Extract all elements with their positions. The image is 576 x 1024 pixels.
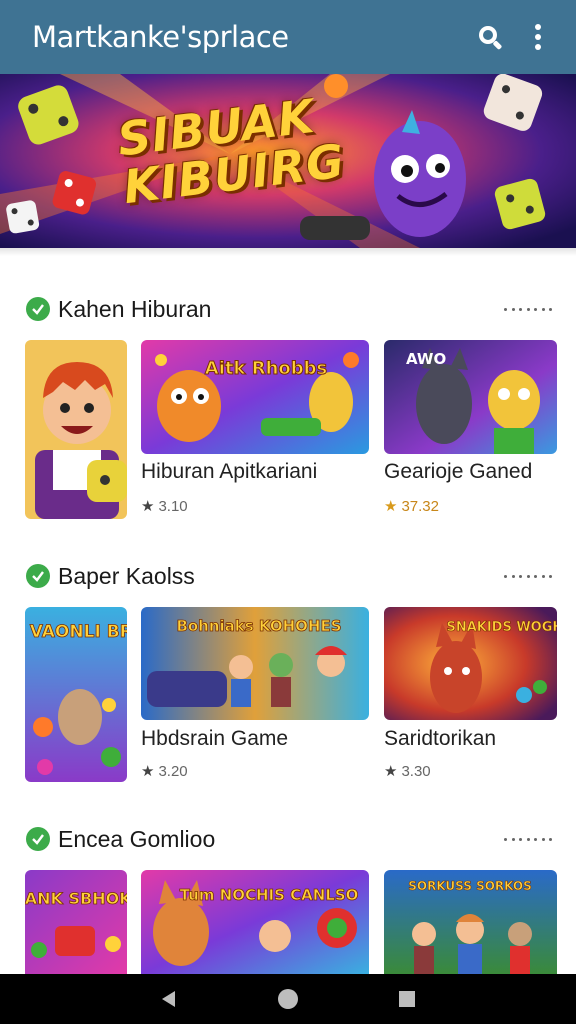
app-rating: ★ 3.20	[141, 762, 188, 780]
app-thumbnail: SORKUSS SORKOS	[384, 870, 557, 974]
recents-square-icon[interactable]	[387, 979, 427, 1019]
app-thumbnail: Aitk Rhobbs	[141, 340, 369, 454]
app-bar: Martkanke'sprlace	[0, 0, 576, 74]
featured-banner[interactable]: SIBUAK KIBUIRG	[0, 74, 576, 248]
thumbnail-text: Tum NOCHIS CANLSO	[180, 886, 359, 904]
more-horiz-icon[interactable]	[504, 304, 552, 314]
app-thumbnail: TAPCK VAONLI BROBIEE	[25, 607, 127, 782]
section-header: Encea Gomlioo	[26, 824, 552, 854]
home-circle-icon[interactable]	[268, 979, 308, 1019]
section-title: Kahen Hiburan	[58, 295, 212, 322]
thumbnail-text: TAPCK VAONLI BROBIEE	[25, 622, 127, 642]
thumbnail-text: MANK SBHOKS	[25, 889, 127, 908]
app-thumbnail: Bohniaks KOHOHES	[141, 607, 369, 720]
thumbnail-text: AWO	[406, 350, 446, 368]
section-header: Baper Kaolss	[26, 561, 552, 591]
more-horiz-icon[interactable]	[504, 571, 552, 581]
thumbnail-text: SORKUSS SORKOS	[408, 879, 532, 893]
check-circle-icon	[26, 297, 50, 321]
star-icon: ★	[384, 498, 398, 515]
app-thumbnail: AWO	[384, 340, 557, 454]
app-title: Martkanke'sprlace	[32, 20, 289, 54]
app-title: Hiburan Apitkariani	[141, 460, 318, 483]
divider	[0, 248, 576, 256]
app-title: Gearioje Ganed	[384, 460, 533, 483]
app-title: Saridtorikan	[384, 727, 497, 750]
star-icon: ★	[141, 763, 155, 780]
section-header: Kahen Hiburan	[26, 294, 552, 324]
app-thumbnail: Tum NOCHIS CANLSO	[141, 870, 369, 974]
app-thumbnail	[25, 340, 127, 519]
star-icon: ★	[384, 763, 398, 780]
thumbnail-text: Bohniaks KOHOHES	[176, 617, 341, 635]
rating-value: 3.20	[158, 763, 188, 780]
section-title: Encea Gomlioo	[58, 825, 216, 852]
thumbnail-text: Aitk Rhobbs	[205, 358, 327, 379]
more-vert-icon[interactable]	[518, 17, 558, 57]
check-circle-icon	[26, 564, 50, 588]
rating-value: 37.32	[401, 498, 439, 515]
rating-value: 3.10	[158, 498, 188, 515]
system-nav-bar	[0, 974, 576, 1024]
check-circle-icon	[26, 827, 50, 851]
app-rating: ★ 3.10	[141, 497, 188, 515]
more-horiz-icon[interactable]	[504, 834, 552, 844]
app-title: Hbdsrain Game	[141, 727, 289, 750]
app-rating: ★ 3.30	[384, 762, 431, 780]
star-icon: ★	[141, 498, 155, 515]
rating-value: 3.30	[401, 763, 431, 780]
app-thumbnail: MANK SBHOKS	[25, 870, 127, 974]
app-thumbnail: SNAKIDS WOGHES	[384, 607, 557, 720]
thumbnail-text: SNAKIDS WOGHES	[446, 620, 557, 635]
back-triangle-icon[interactable]	[149, 979, 189, 1019]
section-title: Baper Kaolss	[58, 562, 195, 589]
app-rating: ★ 37.32	[384, 497, 439, 515]
search-icon[interactable]	[470, 17, 510, 57]
